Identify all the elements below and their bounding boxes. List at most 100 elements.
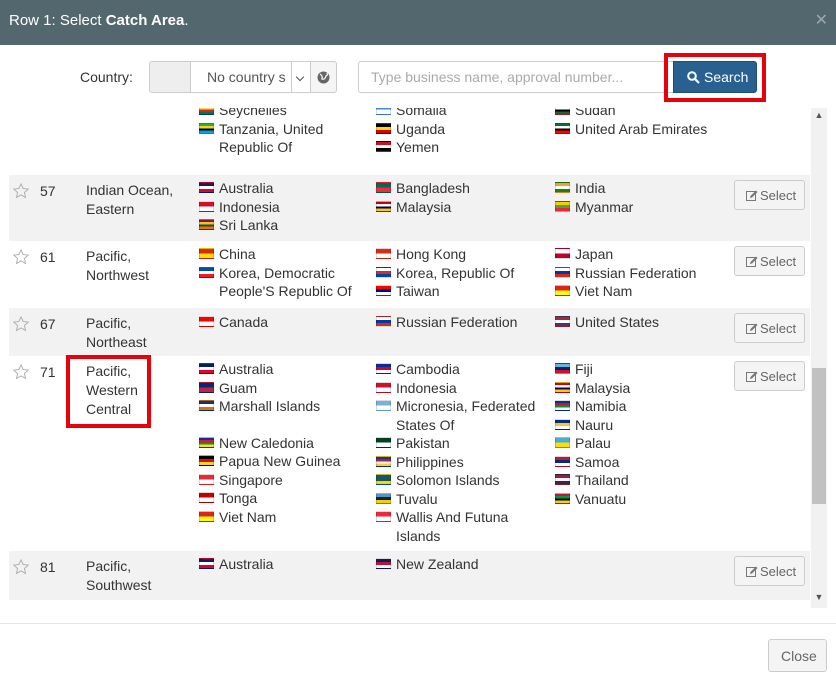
country-name: Papua New Guinea xyxy=(219,453,341,469)
country-column: India Myanmar xyxy=(555,179,725,216)
flag-jp-icon xyxy=(555,248,570,259)
flag-fm-icon xyxy=(376,400,391,411)
table-row: 71 Pacific, Western Central Australia Guam M… xyxy=(9,356,810,551)
country-item: Korea, Democratic People'S Republic Of xyxy=(199,264,364,301)
flag-sd-icon xyxy=(555,108,570,115)
country-column: Somalia Uganda Yemen xyxy=(376,108,546,157)
flag-nc-icon xyxy=(199,436,214,448)
select-button[interactable]: Select xyxy=(734,361,805,391)
scroll-down-icon[interactable]: ▼ xyxy=(811,592,827,606)
star-icon[interactable] xyxy=(12,182,30,200)
country-name: Tuvalu xyxy=(396,490,438,507)
country-item: Wallis And Futuna Islands xyxy=(376,508,546,545)
flag-id-icon xyxy=(376,381,391,393)
country-name: United Arab Emirates xyxy=(575,120,708,137)
country-select[interactable]: No country s xyxy=(190,61,292,93)
flag-gu-icon xyxy=(199,381,214,393)
edit-icon xyxy=(746,323,758,334)
country-name: Taiwan xyxy=(396,283,440,299)
country-item: Marshall Islands xyxy=(199,397,364,416)
footer-divider xyxy=(0,623,836,624)
country-item: Indonesia xyxy=(376,379,546,398)
table-row: 61 Pacific, Northwest China Korea, Democrat… xyxy=(9,241,810,308)
favorite-star[interactable] xyxy=(12,182,30,203)
country-column: Russian Federation xyxy=(376,313,546,332)
area-name: Pacific, Southwest xyxy=(86,558,152,593)
globe-button[interactable] xyxy=(310,61,337,93)
favorite-star[interactable] xyxy=(12,363,30,384)
country-item: Canada xyxy=(199,313,364,332)
country-item: Seychelles xyxy=(199,108,364,120)
flag-au-icon xyxy=(199,558,214,569)
flag-tw-icon xyxy=(376,285,391,296)
flag-vn-icon xyxy=(199,510,214,522)
star-icon[interactable] xyxy=(12,315,30,333)
country-item: Hong Kong xyxy=(376,245,546,264)
flag-sb-icon xyxy=(376,474,391,485)
country-name: Solomon Islands xyxy=(396,472,500,488)
select-button-label: Select xyxy=(760,564,797,579)
flag-fj-icon xyxy=(555,363,570,374)
favorite-star[interactable] xyxy=(12,558,30,579)
favorite-star[interactable] xyxy=(12,315,30,336)
country-item: Malaysia xyxy=(555,379,725,398)
chevron-down-icon[interactable] xyxy=(292,61,311,93)
modal-title-suffix: . xyxy=(184,12,189,29)
select-button-label: Select xyxy=(760,321,797,336)
flag-mm-icon xyxy=(555,200,570,212)
flag-ru-icon xyxy=(376,316,391,327)
star-icon[interactable] xyxy=(12,248,30,266)
flag-to-icon xyxy=(199,492,214,503)
search-icon xyxy=(687,71,700,84)
favorite-star[interactable] xyxy=(12,248,30,269)
country-column: Sudan United Arab Emirates xyxy=(555,108,725,138)
edit-icon xyxy=(746,256,758,267)
select-button[interactable]: Select xyxy=(734,246,805,276)
catch-area-modal: Row 1: Select Catch Area. ✕ Country: No … xyxy=(0,0,836,684)
country-name: Indonesia xyxy=(219,198,280,215)
select-button[interactable]: Select xyxy=(734,313,805,343)
country-column: China Korea, Democratic People'S Republic… xyxy=(199,245,364,301)
area-code: 61 xyxy=(40,249,56,265)
country-column: Australia Indonesia Sri Lanka xyxy=(199,179,364,235)
country-item: Palau xyxy=(555,434,725,453)
flag-ph-icon xyxy=(376,455,391,467)
select-button-label: Select xyxy=(760,188,797,203)
flag-lk-icon xyxy=(199,219,214,230)
country-name: Malaysia xyxy=(396,198,452,215)
list-scrollbar[interactable]: ▲ ▼ xyxy=(811,108,827,608)
star-icon[interactable] xyxy=(12,363,30,381)
search-input[interactable] xyxy=(358,61,674,93)
flag-pk-icon xyxy=(376,437,391,448)
area-code: 57 xyxy=(40,183,56,199)
modal-title: Row 1: Select Catch Area. xyxy=(9,12,189,29)
country-name: Nauru xyxy=(575,416,614,433)
select-button[interactable]: Select xyxy=(734,180,805,210)
country-name: Viet Nam xyxy=(219,508,277,525)
flag-cn-icon xyxy=(199,248,214,259)
star-icon[interactable] xyxy=(12,558,30,576)
flag-vn-icon xyxy=(555,285,570,296)
country-item: Singapore xyxy=(199,471,364,490)
flag-sg-icon xyxy=(199,473,214,485)
country-name: Sri Lanka xyxy=(219,217,279,233)
country-name: Viet Nam xyxy=(575,283,633,299)
flag-my-icon xyxy=(376,200,391,212)
close-button[interactable]: Close xyxy=(768,639,827,672)
country-selector: No country s xyxy=(149,61,337,93)
modal-title-bold: Catch Area xyxy=(105,12,185,29)
flag-ca-icon xyxy=(199,316,214,327)
country-name: Tonga xyxy=(219,490,258,506)
scroll-up-icon[interactable]: ▲ xyxy=(811,110,827,124)
country-item: Papua New Guinea xyxy=(199,452,364,471)
search-button[interactable]: Search xyxy=(673,61,757,93)
scrollbar-thumb[interactable] xyxy=(812,368,826,504)
country-column: New Zealand xyxy=(376,555,546,574)
country-item: Sudan xyxy=(555,108,725,120)
country-item: Solomon Islands xyxy=(376,471,546,490)
country-item: Guam xyxy=(199,379,364,398)
select-button[interactable]: Select xyxy=(734,556,805,586)
close-icon[interactable]: ✕ xyxy=(815,10,828,30)
close-button-label: Close xyxy=(781,648,817,664)
country-name: Japan xyxy=(575,246,614,262)
